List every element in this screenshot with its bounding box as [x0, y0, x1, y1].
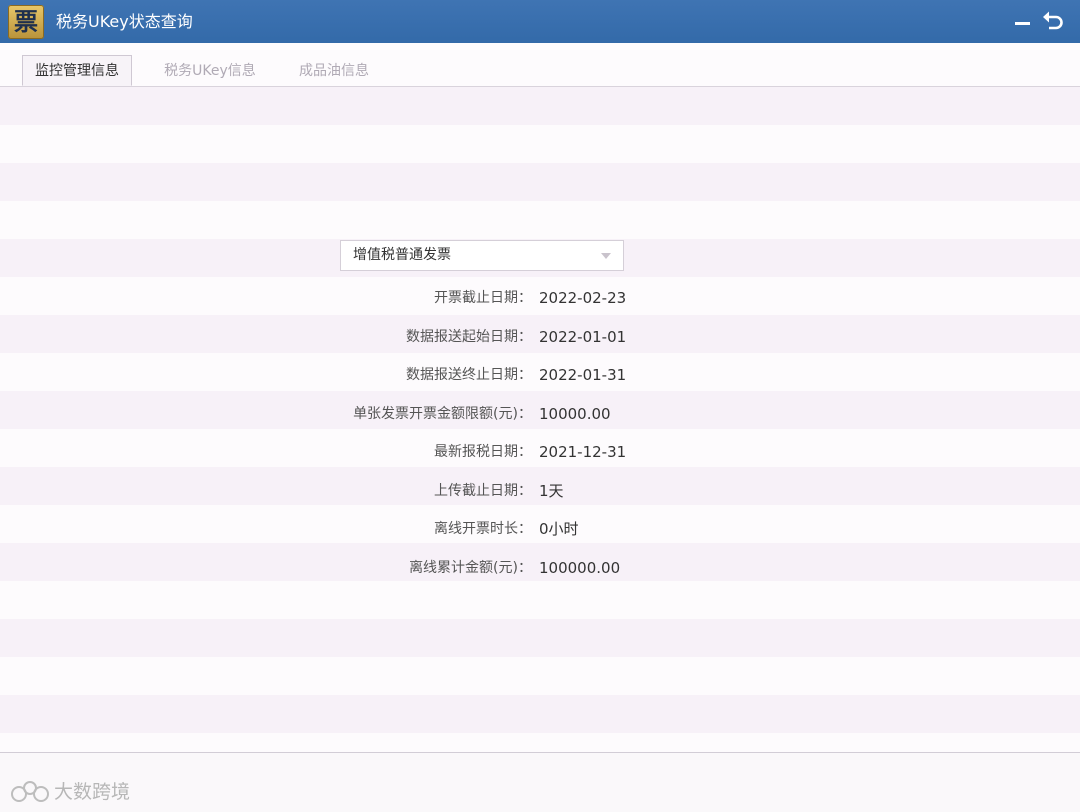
field-single-invoice-limit: 单张发票开票金额限额(元)： 10000.00 [0, 402, 1080, 426]
tab-bar: 监控管理信息 税务UKey信息 成品油信息 [0, 43, 1080, 87]
field-label: 离线开票时长： [434, 521, 532, 537]
tab-oil-info[interactable]: 成品油信息 [286, 56, 382, 86]
field-label: 数据报送终止日期： [406, 367, 532, 383]
field-label: 单张发票开票金额限额(元)： [353, 406, 532, 422]
field-label: 数据报送起始日期： [406, 329, 532, 345]
tab-monitoring-info[interactable]: 监控管理信息 [22, 55, 132, 86]
field-label: 上传截止日期： [434, 483, 532, 499]
field-report-end: 数据报送终止日期： 2022-01-31 [0, 363, 1080, 387]
ticket-logo-icon: 票 [8, 5, 44, 39]
field-value: 0小时 [539, 520, 579, 538]
monitoring-panel: 增值税普通发票 开票截止日期： 2022-02-23 数据报送起始日期： 202… [0, 87, 1080, 752]
field-upload-deadline: 上传截止日期： 1天 [0, 479, 1080, 503]
logo-char: 票 [14, 8, 38, 36]
field-invoice-deadline: 开票截止日期： 2022-02-23 [0, 286, 1080, 310]
back-arrow-icon[interactable] [1040, 8, 1066, 34]
footer: 大数跨境 [0, 753, 1080, 812]
field-value: 2022-01-31 [539, 366, 627, 384]
field-report-start: 数据报送起始日期： 2022-01-01 [0, 325, 1080, 349]
field-label: 开票截止日期： [434, 290, 532, 306]
watermark-logo-icon [11, 781, 49, 802]
invoice-type-value: 增值税普通发票 [353, 247, 451, 263]
field-value: 100000.00 [539, 559, 621, 577]
field-label: 最新报税日期： [434, 444, 532, 460]
watermark-text: 大数跨境 [54, 781, 131, 803]
minimize-icon[interactable] [1012, 10, 1034, 32]
field-value: 2022-01-01 [539, 328, 627, 346]
field-offline-duration: 离线开票时长： 0小时 [0, 517, 1080, 541]
field-value: 1天 [539, 482, 564, 500]
field-value: 2021-12-31 [539, 443, 627, 461]
field-label: 离线累计金额(元)： [409, 560, 532, 576]
chevron-down-icon [601, 253, 611, 259]
tab-ukey-info[interactable]: 税务UKey信息 [152, 56, 268, 86]
window-title: 税务UKey状态查询 [56, 12, 193, 31]
field-offline-total-amount: 离线累计金额(元)： 100000.00 [0, 556, 1080, 580]
field-value: 10000.00 [539, 405, 611, 423]
title-bar: 票 税务UKey状态查询 [0, 0, 1080, 43]
invoice-type-select[interactable]: 增值税普通发票 [340, 240, 624, 271]
field-latest-tax-date: 最新报税日期： 2021-12-31 [0, 440, 1080, 464]
field-value: 2022-02-23 [539, 289, 627, 307]
